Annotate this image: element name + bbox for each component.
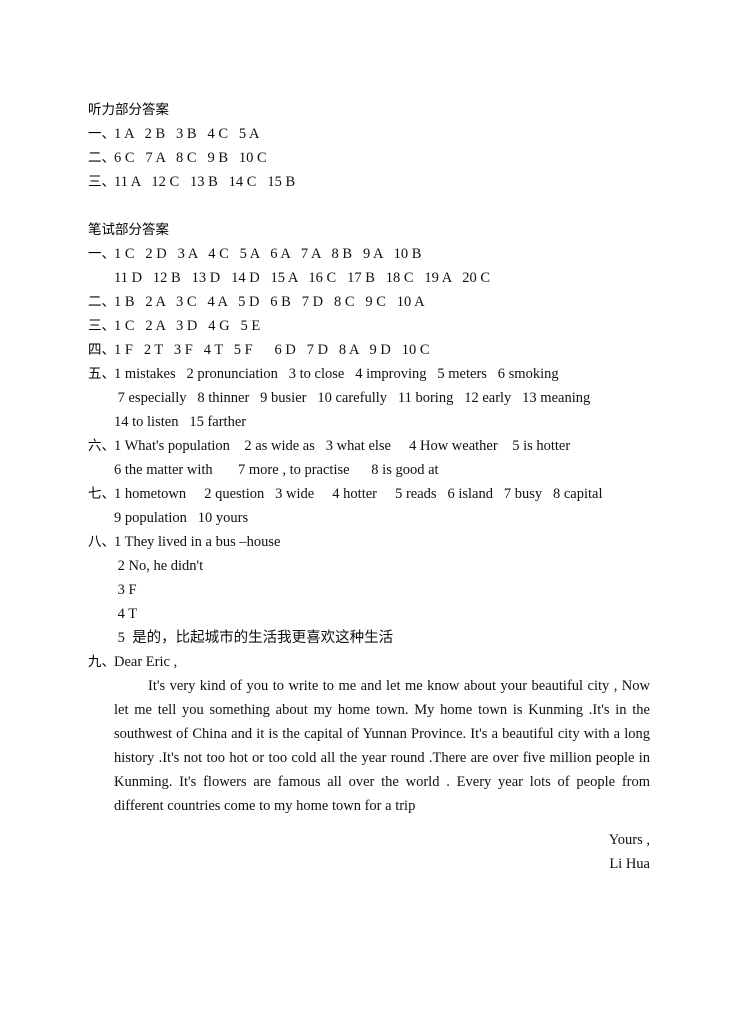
listening-section-heading: 听力部分答案 — [88, 102, 169, 118]
letter-body: It's very kind of you to write to me and… — [114, 674, 650, 818]
row-items: 1 mistakes 2 pronunciation 3 to close 4 … — [114, 366, 559, 382]
row-marker: 四、 — [88, 342, 115, 358]
row-marker: 九、 — [88, 654, 115, 670]
answer-row: 9 population 10 yours — [88, 506, 650, 530]
row-marker: 三、 — [88, 174, 115, 190]
row-items: 7 especially 8 thinner 9 busier 10 caref… — [114, 390, 591, 406]
written-answers: 一、 1 C 2 D 3 A 4 C 5 A 6 A 7 A 8 B 9 A 1… — [88, 242, 650, 650]
row-marker: 五、 — [88, 366, 115, 382]
row-marker: 一、 — [88, 246, 115, 262]
row-items: 1 C 2 A 3 D 4 G 5 E — [114, 318, 261, 334]
answer-sheet-page: 听力部分答案 一、 1 A 2 B 3 B 4 C 5 A 二、 6 C 7 A… — [0, 0, 737, 1021]
row-items: 1 A 2 B 3 B 4 C 5 A — [114, 126, 260, 142]
answer-row: 四、 1 F 2 T 3 F 4 T 5 F 6 D 7 D 8 A 9 D 1… — [88, 338, 650, 362]
answer-row: 三、 1 C 2 A 3 D 4 G 5 E — [88, 314, 650, 338]
row-items: 1 B 2 A 3 C 4 A 5 D 6 B 7 D 8 C 9 C 10 A — [114, 294, 425, 310]
row-items: 14 to listen 15 farther — [114, 414, 247, 430]
answer-row: 11 D 12 B 13 D 14 D 15 A 16 C 17 B 18 C … — [88, 266, 650, 290]
answer-row: 三、 11 A 12 C 13 B 14 C 15 B — [88, 170, 650, 194]
answer-row: 五、 1 mistakes 2 pronunciation 3 to close… — [88, 362, 650, 386]
row-items: 6 the matter with 7 more , to practise 8… — [114, 462, 439, 478]
row-items: 3 F — [114, 582, 137, 598]
row-items: 11 D 12 B 13 D 14 D 15 A 16 C 17 B 18 C … — [114, 270, 491, 286]
row-items: 6 C 7 A 8 C 9 B 10 C — [114, 150, 267, 166]
row-items: 11 A 12 C 13 B 14 C 15 B — [114, 174, 296, 190]
answer-row: 7 especially 8 thinner 9 busier 10 caref… — [88, 386, 650, 410]
row-marker: 三、 — [88, 318, 115, 334]
row-marker: 六、 — [88, 438, 115, 454]
row-marker: 一、 — [88, 126, 115, 142]
row-items: 2 No, he didn't — [114, 558, 204, 574]
row-marker: 七、 — [88, 486, 115, 502]
answer-row: 六、 1 What's population 2 as wide as 3 wh… — [88, 434, 650, 458]
written-section-heading: 笔试部分答案 — [88, 222, 169, 238]
answer-row: 七、 1 hometown 2 question 3 wide 4 hotter… — [88, 482, 650, 506]
row-items: 5 是的，比起城市的生活我更喜欢这种生活 — [114, 630, 394, 646]
row-items: 9 population 10 yours — [114, 510, 249, 526]
answer-row: 2 No, he didn't — [88, 554, 650, 578]
letter-body-text: It's very kind of you to write to me and… — [114, 678, 650, 814]
letter-signature: Yours , Li Hua — [114, 828, 672, 876]
row-marker: 八、 — [88, 534, 115, 550]
sign-name: Li Hua — [609, 856, 650, 872]
row-marker: 二、 — [88, 294, 115, 310]
letter-salutation: Dear Eric , — [114, 654, 178, 670]
document-content: 听力部分答案 一、 1 A 2 B 3 B 4 C 5 A 二、 6 C 7 A… — [88, 98, 650, 876]
answer-row: 一、 1 A 2 B 3 B 4 C 5 A — [88, 122, 650, 146]
row-marker: 二、 — [88, 150, 115, 166]
row-items: 1 C 2 D 3 A 4 C 5 A 6 A 7 A 8 B 9 A 10 B — [114, 246, 422, 262]
answer-row: 5 是的，比起城市的生活我更喜欢这种生活 — [88, 626, 650, 650]
answer-row: 3 F — [88, 578, 650, 602]
row-items: 1 They lived in a bus –house — [114, 534, 281, 550]
row-items: 4 T — [114, 606, 138, 622]
row-items: 1 What's population 2 as wide as 3 what … — [114, 438, 571, 454]
answer-row: 八、 1 They lived in a bus –house — [88, 530, 650, 554]
row-items: 1 hometown 2 question 3 wide 4 hotter 5 … — [114, 486, 603, 502]
answer-row: 4 T — [88, 602, 650, 626]
letter-section: 九、 Dear Eric , It's very kind of you to … — [88, 650, 650, 876]
listening-answers: 一、 1 A 2 B 3 B 4 C 5 A 二、 6 C 7 A 8 C 9 … — [88, 122, 650, 194]
sign-off: Yours , — [608, 832, 650, 848]
answer-row: 二、 6 C 7 A 8 C 9 B 10 C — [88, 146, 650, 170]
answer-row: 二、 1 B 2 A 3 C 4 A 5 D 6 B 7 D 8 C 9 C 1… — [88, 290, 650, 314]
letter-salutation-row: 九、 Dear Eric , — [88, 650, 650, 674]
answer-row: 6 the matter with 7 more , to practise 8… — [88, 458, 650, 482]
answer-row: 一、 1 C 2 D 3 A 4 C 5 A 6 A 7 A 8 B 9 A 1… — [88, 242, 650, 266]
answer-row: 14 to listen 15 farther — [88, 410, 650, 434]
row-items: 1 F 2 T 3 F 4 T 5 F 6 D 7 D 8 A 9 D 10 C — [114, 342, 430, 358]
